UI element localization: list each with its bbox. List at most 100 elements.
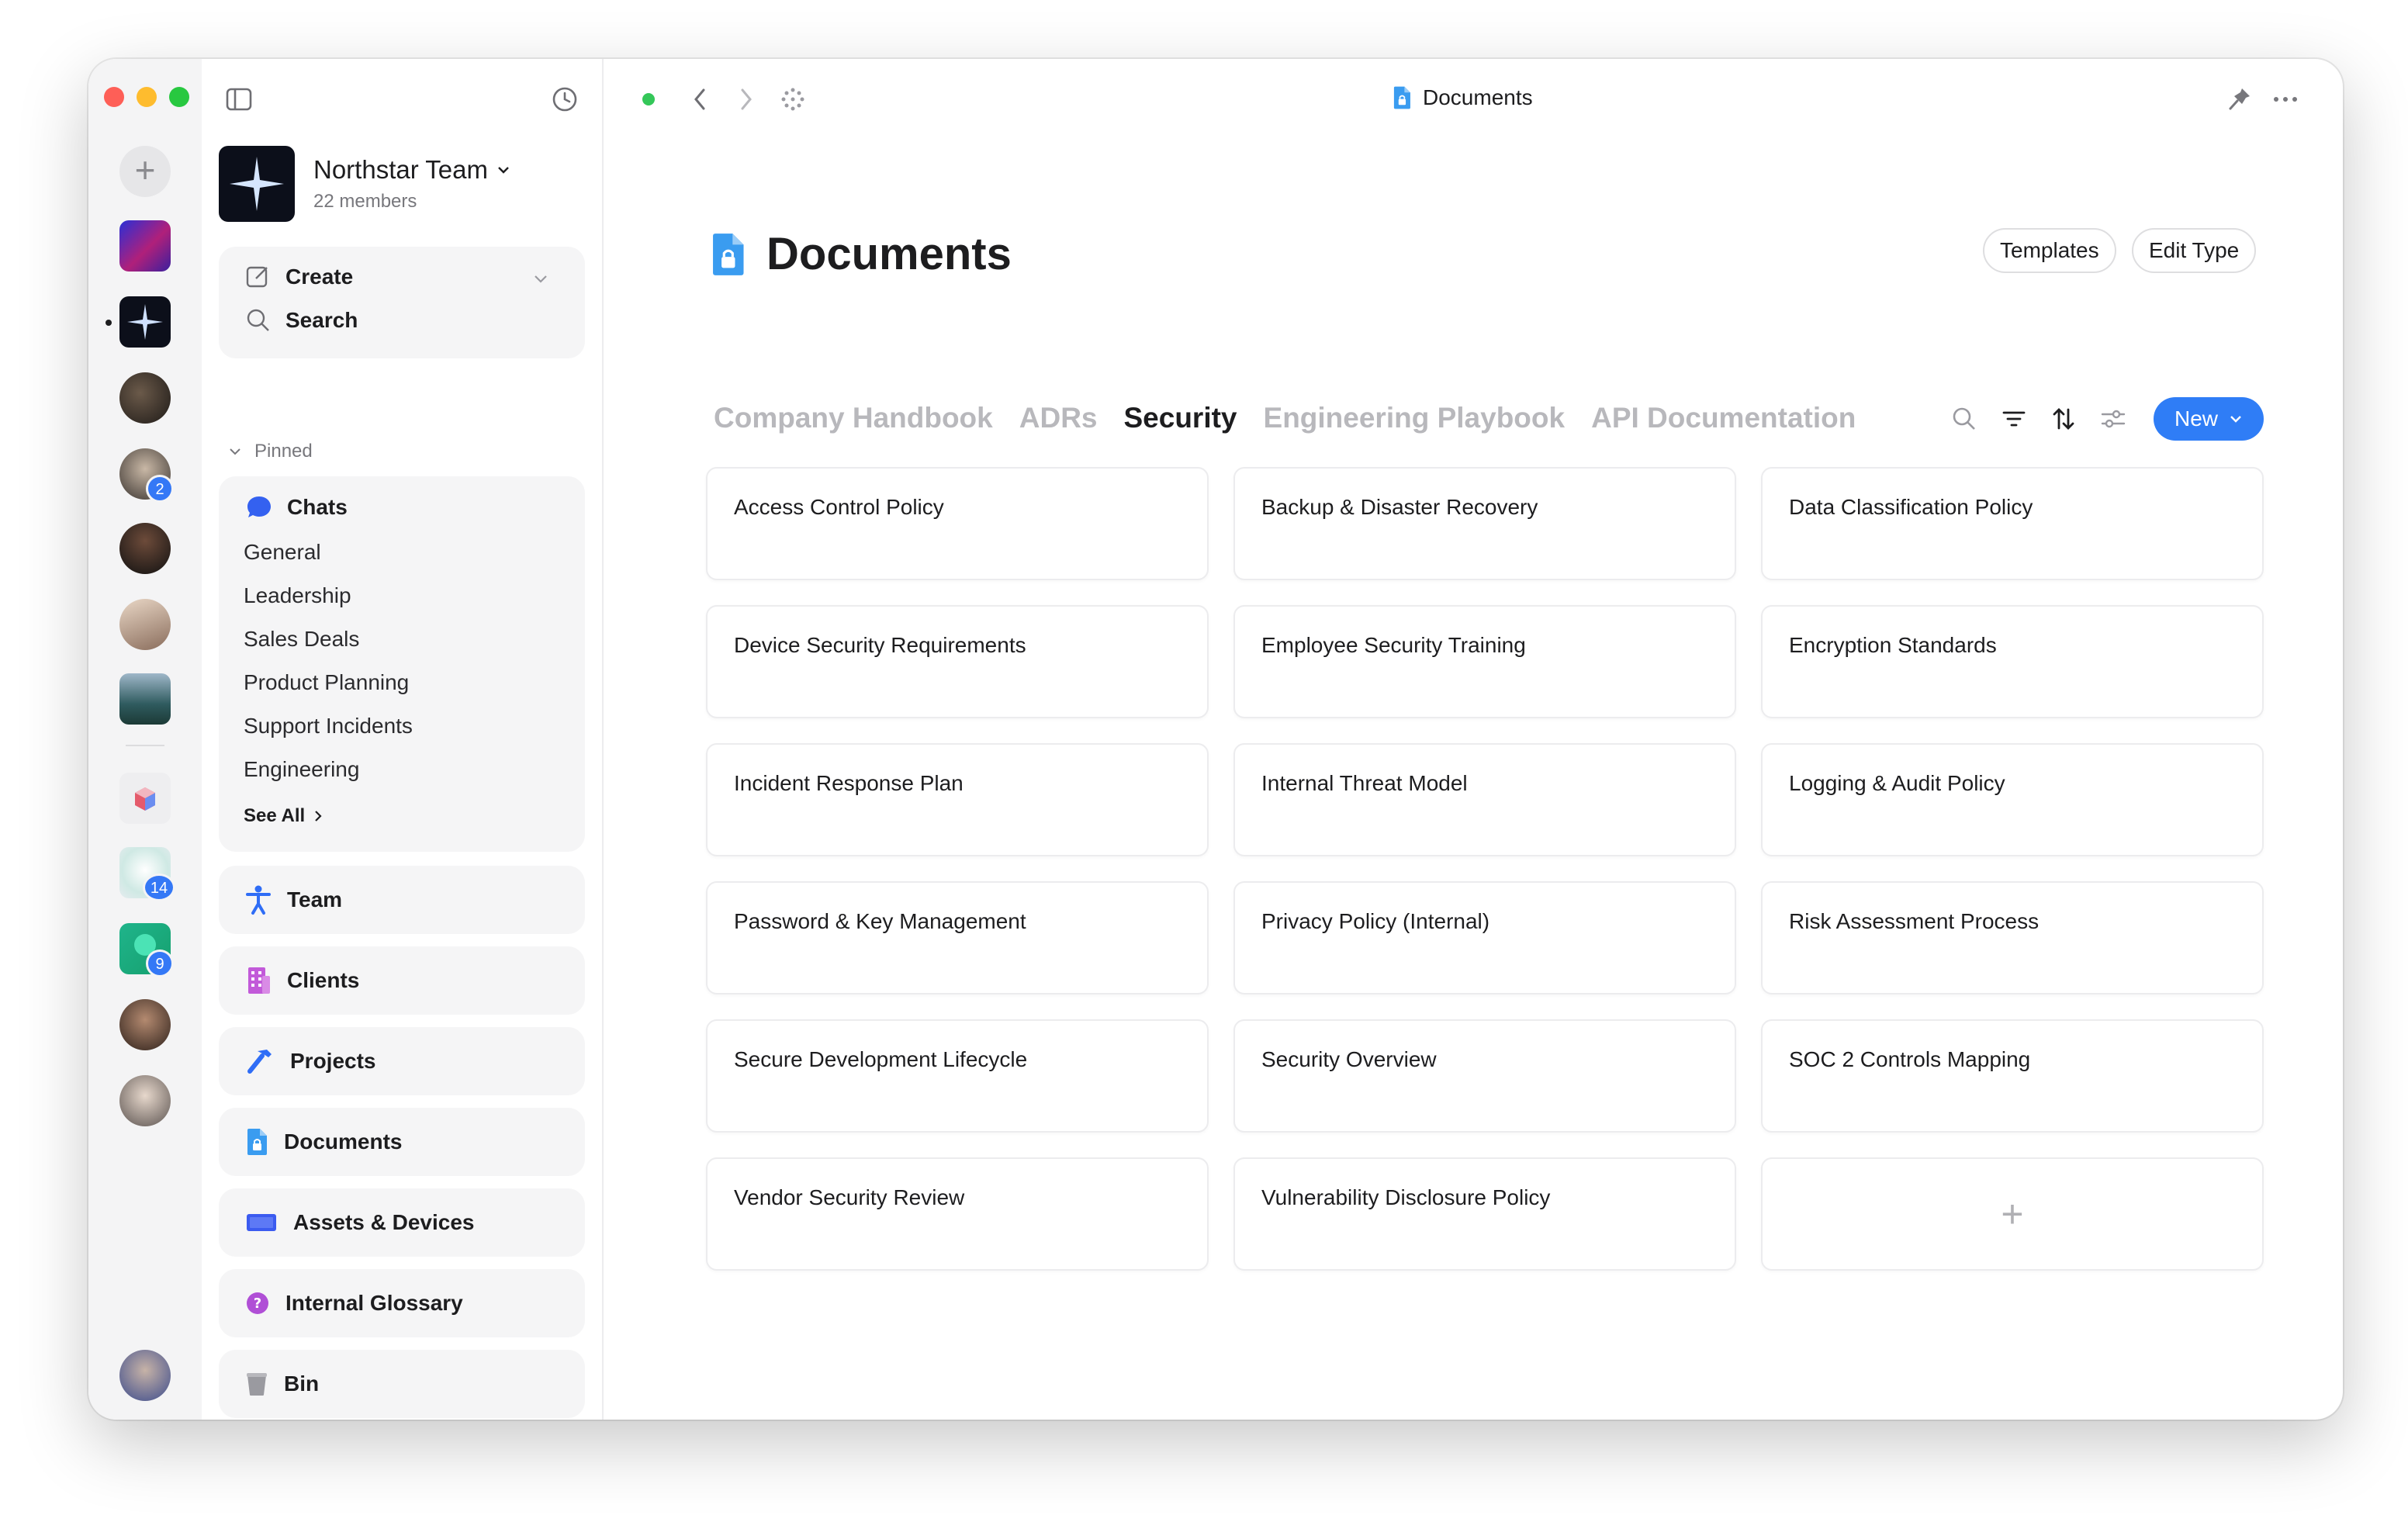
forward-arrow-icon[interactable] <box>737 85 756 113</box>
search-button[interactable]: Search <box>245 307 358 334</box>
sidebar-item-label: Team <box>287 887 343 911</box>
user-avatar[interactable] <box>119 1075 171 1126</box>
workspace-avatar[interactable] <box>119 220 171 272</box>
pinned-section-header[interactable]: Pinned <box>228 441 313 462</box>
team-name: Northstar Team <box>313 155 511 185</box>
sidebar-item-label: Clients <box>287 968 360 992</box>
document-title: Password & Key Management <box>734 909 1026 933</box>
search-label: Search <box>285 308 358 332</box>
templates-button[interactable]: Templates <box>1983 228 2116 273</box>
workspace-avatar[interactable] <box>119 673 171 725</box>
chat-bubble-icon <box>245 493 273 521</box>
document-card[interactable]: Internal Threat Model <box>1233 743 1736 856</box>
document-card[interactable]: Data Classification Policy <box>1761 467 2264 580</box>
sidebar-item-projects[interactable]: Projects <box>219 1027 585 1095</box>
document-title: Access Control Policy <box>734 495 944 519</box>
search-icon <box>245 307 272 334</box>
window-title: Documents <box>1392 85 1533 110</box>
sidebar-item-clients[interactable]: Clients <box>219 946 585 1015</box>
filter-icon[interactable] <box>2000 405 2028 437</box>
document-card[interactable]: Logging & Audit Policy <box>1761 743 2264 856</box>
chat-item-engineering[interactable]: Engineering <box>244 757 359 782</box>
quick-actions-card: Create Search <box>219 247 585 358</box>
tab-adrs[interactable]: ADRs <box>1019 402 1098 434</box>
sidebar-item-label: Assets & Devices <box>293 1210 475 1234</box>
document-title: Privacy Policy (Internal) <box>1261 909 1490 933</box>
chat-item-product-planning[interactable]: Product Planning <box>244 670 409 695</box>
view-settings-icon[interactable] <box>2099 405 2127 437</box>
back-arrow-icon[interactable] <box>690 85 709 113</box>
pin-icon[interactable] <box>2226 85 2253 113</box>
tab-security[interactable]: Security <box>1124 402 1237 434</box>
workspace-avatar[interactable] <box>119 773 171 824</box>
user-avatar[interactable] <box>119 599 171 650</box>
sidebar-toggle-icon[interactable] <box>225 85 253 117</box>
new-document-button[interactable]: New <box>2154 397 2264 441</box>
user-avatar[interactable] <box>119 999 171 1050</box>
sidebar-item-bin[interactable]: Bin <box>219 1350 585 1418</box>
hammer-icon <box>245 1046 275 1076</box>
document-card[interactable]: Device Security Requirements <box>706 605 1209 718</box>
document-card[interactable]: Vulnerability Disclosure Policy <box>1233 1157 1736 1271</box>
search-icon[interactable] <box>1950 405 1978 437</box>
sidebar-item-team[interactable]: Team <box>219 866 585 934</box>
document-card[interactable]: Secure Development Lifecycle <box>706 1019 1209 1133</box>
document-card[interactable]: Encryption Standards <box>1761 605 2264 718</box>
current-user-avatar[interactable] <box>119 1350 171 1401</box>
page-header: Documents <box>709 228 1012 280</box>
sidebar-item-internal-glossary[interactable]: ? Internal Glossary <box>219 1269 585 1337</box>
document-card[interactable]: Access Control Policy <box>706 467 1209 580</box>
team-logo <box>219 146 295 222</box>
document-card[interactable]: Employee Security Training <box>1233 605 1736 718</box>
document-card[interactable]: Password & Key Management <box>706 881 1209 994</box>
chat-item-leadership[interactable]: Leadership <box>244 583 351 608</box>
document-lock-icon <box>1392 85 1412 110</box>
tab-company-handbook[interactable]: Company Handbook <box>714 402 993 434</box>
zoom-window-button[interactable] <box>169 87 189 107</box>
chat-item-support-incidents[interactable]: Support Incidents <box>244 714 413 739</box>
document-card[interactable]: Incident Response Plan <box>706 743 1209 856</box>
app-window: + 2 14 9 Northstar Team 22 members Creat… <box>88 59 2343 1420</box>
document-title: Incident Response Plan <box>734 771 964 795</box>
document-card[interactable]: Security Overview <box>1233 1019 1736 1133</box>
chevron-down-icon[interactable] <box>532 270 549 287</box>
unread-badge: 14 <box>143 873 175 901</box>
workspace-avatar[interactable] <box>119 372 171 424</box>
add-document-card[interactable]: + <box>1761 1157 2264 1271</box>
workspace-avatar-northstar[interactable] <box>119 296 171 348</box>
document-card[interactable]: SOC 2 Controls Mapping <box>1761 1019 2264 1133</box>
minimize-window-button[interactable] <box>137 87 157 107</box>
document-card[interactable]: Risk Assessment Process <box>1761 881 2264 994</box>
chats-label: Chats <box>287 495 348 519</box>
create-button[interactable]: Create <box>245 264 353 290</box>
edit-type-button[interactable]: Edit Type <box>2132 228 2257 273</box>
building-icon <box>245 965 272 996</box>
team-header[interactable]: Northstar Team 22 members <box>219 146 511 222</box>
tab-engineering-playbook[interactable]: Engineering Playbook <box>1264 402 1566 434</box>
chat-item-general[interactable]: General <box>244 540 321 565</box>
plus-icon: + <box>2001 1192 2024 1236</box>
tab-api-documentation[interactable]: API Documentation <box>1591 402 1856 434</box>
document-card[interactable]: Vendor Security Review <box>706 1157 1209 1271</box>
sidebar-item-assets-devices[interactable]: Assets & Devices <box>219 1188 585 1257</box>
document-card[interactable]: Backup & Disaster Recovery <box>1233 467 1736 580</box>
document-title: Logging & Audit Policy <box>1789 771 2005 795</box>
document-title: Secure Development Lifecycle <box>734 1047 1028 1071</box>
chat-item-sales-deals[interactable]: Sales Deals <box>244 627 359 652</box>
more-icon[interactable] <box>2271 85 2299 113</box>
user-avatar[interactable] <box>119 523 171 574</box>
document-title: Backup & Disaster Recovery <box>1261 495 1538 519</box>
close-window-button[interactable] <box>104 87 124 107</box>
chats-header[interactable]: Chats <box>245 493 348 521</box>
history-icon[interactable] <box>551 85 579 117</box>
see-all-link[interactable]: See All <box>244 805 323 827</box>
document-title: Risk Assessment Process <box>1789 909 2040 933</box>
document-title: SOC 2 Controls Mapping <box>1789 1047 2031 1071</box>
sidebar-item-documents[interactable]: Documents <box>219 1108 585 1176</box>
document-card[interactable]: Privacy Policy (Internal) <box>1233 881 1736 994</box>
add-workspace-button[interactable]: + <box>119 146 171 197</box>
sidebar-item-label: Bin <box>284 1372 320 1396</box>
sort-icon[interactable] <box>2050 405 2078 437</box>
sidebar-item-label: Projects <box>290 1049 376 1073</box>
apps-grid-icon[interactable] <box>779 85 807 113</box>
